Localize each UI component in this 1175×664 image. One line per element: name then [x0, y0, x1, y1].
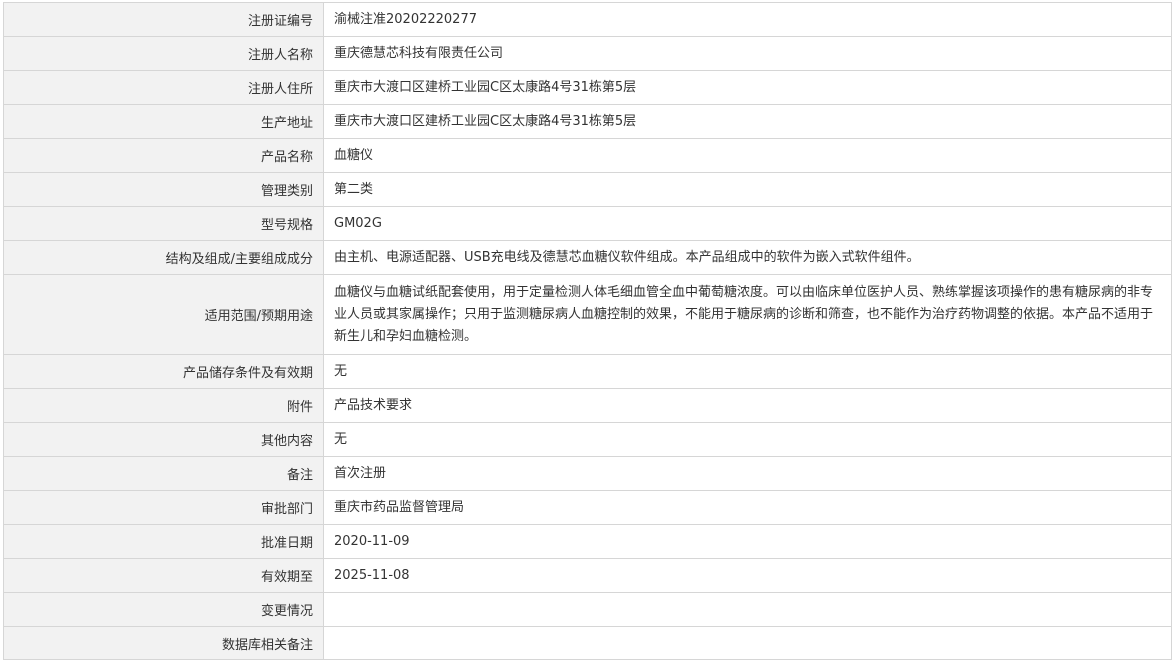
field-value: 2020-11-09 — [323, 524, 1172, 559]
table-row: 产品储存条件及有效期 无 — [3, 354, 1172, 389]
field-value: 重庆市大渡口区建桥工业园C区太康路4号31栋第5层 — [323, 104, 1172, 139]
table-row: 注册证编号 渝械注准20202220277 — [3, 2, 1172, 37]
table-row: 变更情况 — [3, 592, 1172, 627]
field-label: 附件 — [3, 388, 324, 423]
table-row: 生产地址 重庆市大渡口区建桥工业园C区太康路4号31栋第5层 — [3, 104, 1172, 139]
field-label: 管理类别 — [3, 172, 324, 207]
field-value — [323, 592, 1172, 627]
table-row: 型号规格 GM02G — [3, 206, 1172, 241]
field-value: 重庆市药品监督管理局 — [323, 490, 1172, 525]
field-value: 血糖仪 — [323, 138, 1172, 173]
table-row: 结构及组成/主要组成成分 由主机、电源适配器、USB充电线及德慧芯血糖仪软件组成… — [3, 240, 1172, 275]
table-row: 注册人住所 重庆市大渡口区建桥工业园C区太康路4号31栋第5层 — [3, 70, 1172, 105]
table-row: 管理类别 第二类 — [3, 172, 1172, 207]
field-value: 2025-11-08 — [323, 558, 1172, 593]
field-value: 无 — [323, 354, 1172, 389]
field-label: 注册人住所 — [3, 70, 324, 105]
field-value: 重庆市大渡口区建桥工业园C区太康路4号31栋第5层 — [323, 70, 1172, 105]
field-label: 有效期至 — [3, 558, 324, 593]
field-label: 结构及组成/主要组成成分 — [3, 240, 324, 275]
field-value: 由主机、电源适配器、USB充电线及德慧芯血糖仪软件组成。本产品组成中的软件为嵌入… — [323, 240, 1172, 275]
field-value: GM02G — [323, 206, 1172, 241]
field-value: 首次注册 — [323, 456, 1172, 491]
field-label: 数据库相关备注 — [3, 626, 324, 660]
field-value — [323, 626, 1172, 660]
table-row: 附件 产品技术要求 — [3, 388, 1172, 423]
field-value: 渝械注准20202220277 — [323, 2, 1172, 37]
field-value: 无 — [323, 422, 1172, 457]
field-label: 其他内容 — [3, 422, 324, 457]
field-label: 生产地址 — [3, 104, 324, 139]
field-label: 注册人名称 — [3, 36, 324, 71]
field-label: 产品储存条件及有效期 — [3, 354, 324, 389]
table-row: 注册人名称 重庆德慧芯科技有限责任公司 — [3, 36, 1172, 71]
table-row: 其他内容 无 — [3, 422, 1172, 457]
table-row: 批准日期 2020-11-09 — [3, 524, 1172, 559]
table-row: 数据库相关备注 — [3, 626, 1172, 660]
field-value: 重庆德慧芯科技有限责任公司 — [323, 36, 1172, 71]
field-label: 批准日期 — [3, 524, 324, 559]
table-row: 有效期至 2025-11-08 — [3, 558, 1172, 593]
field-value: 第二类 — [323, 172, 1172, 207]
field-label: 注册证编号 — [3, 2, 324, 37]
table-row: 备注 首次注册 — [3, 456, 1172, 491]
field-label: 产品名称 — [3, 138, 324, 173]
registration-detail-table: 注册证编号 渝械注准20202220277 注册人名称 重庆德慧芯科技有限责任公… — [3, 2, 1172, 660]
field-label: 型号规格 — [3, 206, 324, 241]
table-row: 产品名称 血糖仪 — [3, 138, 1172, 173]
field-label: 审批部门 — [3, 490, 324, 525]
field-value: 产品技术要求 — [323, 388, 1172, 423]
table-row: 适用范围/预期用途 血糖仪与血糖试纸配套使用，用于定量检测人体毛细血管全血中葡萄… — [3, 274, 1172, 355]
field-label: 备注 — [3, 456, 324, 491]
field-label: 变更情况 — [3, 592, 324, 627]
field-label: 适用范围/预期用途 — [3, 274, 324, 355]
table-row: 审批部门 重庆市药品监督管理局 — [3, 490, 1172, 525]
field-value: 血糖仪与血糖试纸配套使用，用于定量检测人体毛细血管全血中葡萄糖浓度。可以由临床单… — [323, 274, 1172, 355]
